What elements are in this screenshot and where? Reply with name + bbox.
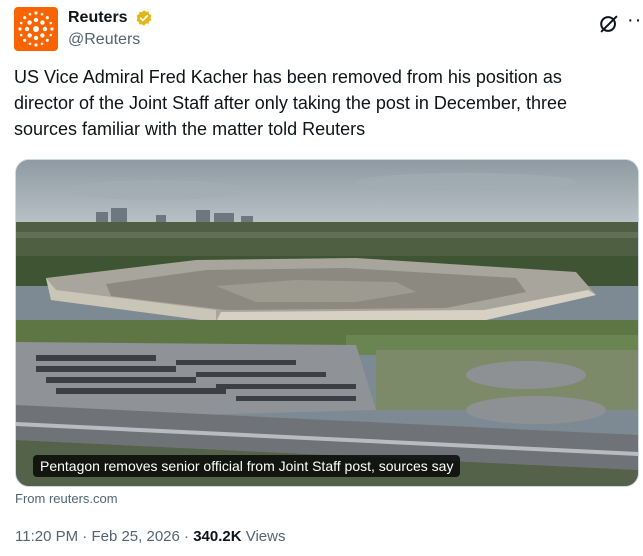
reuters-logo-icon [18, 11, 54, 47]
link-source[interactable]: From reuters.com [15, 491, 118, 506]
meta-separator: · [78, 528, 92, 545]
tweet-time[interactable]: 11:20 PM [15, 528, 78, 545]
views-count: 340.2K [193, 528, 242, 545]
tweet-date[interactable]: Feb 25, 2026 [91, 528, 179, 545]
grok-icon[interactable] [598, 13, 620, 35]
pentagon-photo [16, 160, 638, 486]
verified-badge-icon [136, 10, 152, 26]
tweet-meta: 11:20 PM · Feb 25, 2026 · 340.2K Views [15, 528, 285, 545]
author-name[interactable]: Reuters [68, 9, 128, 27]
more-icon[interactable]: ··· [627, 10, 643, 36]
link-card-caption[interactable]: Pentagon removes senior official from Jo… [33, 455, 461, 477]
link-card-image[interactable]: Pentagon removes senior official from Jo… [15, 159, 639, 487]
author-handle[interactable]: @Reuters [68, 31, 140, 49]
author-name-row[interactable]: Reuters [68, 9, 153, 27]
reuters-avatar[interactable] [14, 7, 58, 51]
meta-separator: · [179, 528, 194, 545]
tweet-text: US Vice Admiral Fred Kacher has been rem… [14, 67, 567, 139]
views-label: Views [241, 528, 286, 545]
tweet-header: Reuters @Reuters ··· [14, 6, 643, 56]
